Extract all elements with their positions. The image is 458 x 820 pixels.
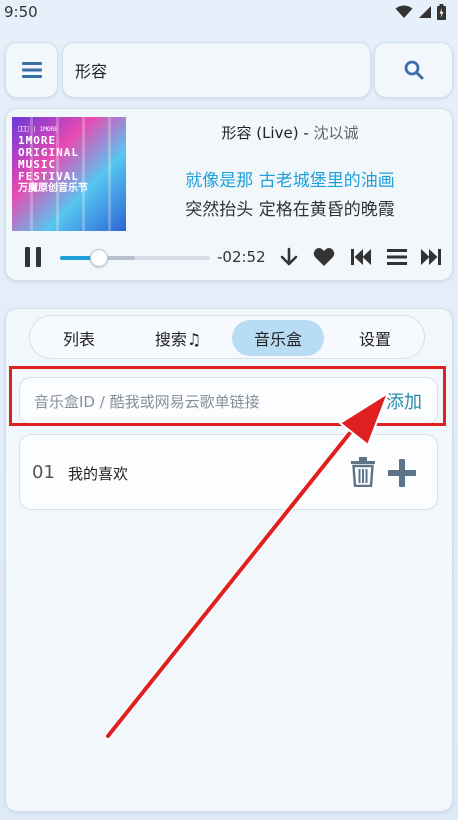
lyric-current: 就像是那 古老城堡里的油画 [185, 171, 395, 191]
tab-list[interactable]: 列表 [34, 320, 124, 356]
playlist-button[interactable] [385, 245, 409, 269]
battery-icon [437, 4, 446, 20]
album-cover-text: ⎕⎕⎕ | 1MORE 1MORE ORIGINAL MUSIC FESTIVA… [18, 126, 88, 194]
search-input-value: 形容 [75, 62, 108, 81]
download-icon [280, 247, 298, 266]
progress-slider[interactable] [60, 249, 210, 267]
tab-settings[interactable]: 设置 [330, 320, 420, 356]
next-icon [421, 249, 441, 265]
song-title: 形容 (Live) - 沈以诚 [221, 124, 359, 142]
time-remaining: -02:52 [217, 248, 266, 266]
download-button[interactable] [277, 245, 301, 269]
highlight-box [9, 366, 446, 426]
status-bar: 9:50 [0, 0, 458, 24]
like-button[interactable] [312, 245, 336, 269]
status-icons [395, 4, 446, 20]
menu-button[interactable] [5, 42, 58, 98]
tab-search[interactable]: 搜索♫ [130, 320, 226, 356]
tab-bar: 列表 搜索♫ 音乐盒 设置 [29, 315, 425, 359]
search-button[interactable] [374, 42, 453, 98]
progress-thumb[interactable] [90, 249, 108, 267]
next-button[interactable] [419, 245, 443, 269]
search-input[interactable]: 形容 [62, 42, 371, 98]
album-cover[interactable]: ⎕⎕⎕ | 1MORE 1MORE ORIGINAL MUSIC FESTIVA… [12, 117, 126, 231]
now-playing-card: ⎕⎕⎕ | 1MORE 1MORE ORIGINAL MUSIC FESTIVA… [5, 108, 453, 281]
hamburger-menu-icon [21, 62, 42, 78]
playlist-icon [387, 249, 407, 265]
lyric-next: 突然抬头 定格在黄昏的晚霞 [185, 200, 395, 220]
song-artist: 沈以诚 [313, 124, 359, 142]
list-item-index: 01 [32, 462, 55, 483]
previous-button[interactable] [349, 245, 373, 269]
list-item[interactable]: 01 我的喜欢 [19, 434, 438, 510]
status-time: 9:50 [4, 3, 38, 21]
search-icon [404, 60, 423, 80]
pause-icon [25, 247, 41, 267]
wifi-icon [395, 5, 413, 18]
tab-music-box[interactable]: 音乐盒 [232, 320, 324, 356]
list-item-name: 我的喜欢 [68, 465, 129, 483]
playback-controls: -02:52 [6, 242, 454, 272]
plus-icon[interactable] [388, 459, 416, 487]
previous-icon [351, 249, 371, 265]
signal-icon [419, 6, 431, 18]
heart-icon [313, 248, 335, 266]
pause-button[interactable] [21, 245, 45, 269]
delete-icon[interactable] [350, 457, 376, 487]
